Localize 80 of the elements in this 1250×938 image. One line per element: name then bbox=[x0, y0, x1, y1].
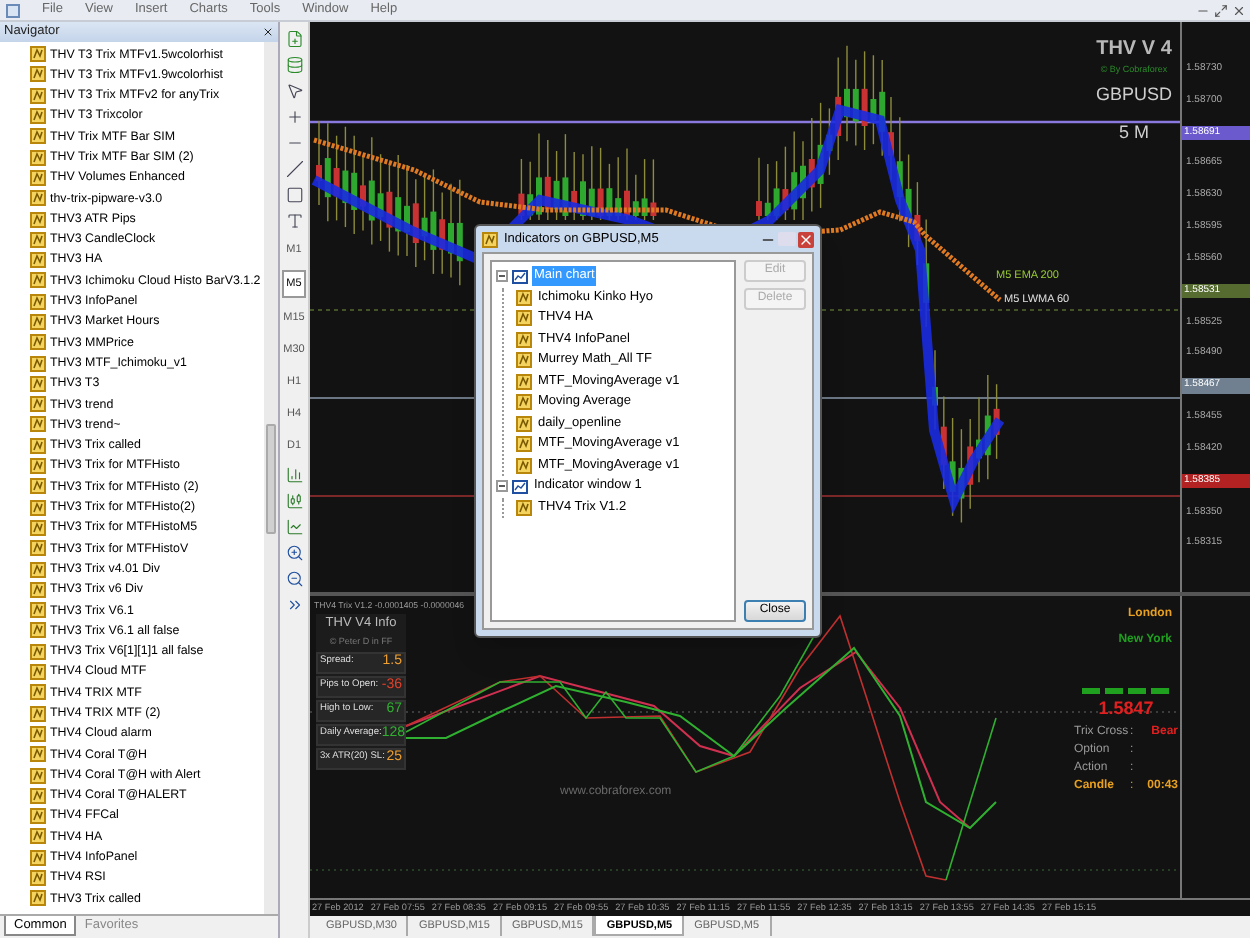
indicator-icon bbox=[30, 581, 46, 598]
overlay-period: 5 M bbox=[1118, 121, 1149, 142]
indicator-icon bbox=[516, 436, 532, 453]
signal-bars-icon bbox=[1082, 688, 1170, 696]
indicator-icon bbox=[30, 87, 46, 104]
chart-window-icon bbox=[512, 269, 528, 284]
indicator-icon bbox=[30, 396, 46, 413]
indicator-icon bbox=[30, 169, 46, 186]
indicator-icon bbox=[30, 684, 46, 701]
indicator-icon bbox=[30, 437, 46, 454]
close-icon[interactable] bbox=[1232, 3, 1246, 17]
crosshair-icon[interactable] bbox=[285, 108, 303, 126]
indicator-icon bbox=[30, 478, 46, 495]
indicator-icon bbox=[516, 352, 532, 369]
indicator-icon bbox=[30, 46, 46, 63]
collapse-icon[interactable] bbox=[496, 270, 508, 283]
indicator-icon bbox=[30, 458, 46, 475]
chart-window-icon bbox=[512, 479, 528, 494]
indicator-icon bbox=[30, 828, 46, 845]
cursor-icon[interactable] bbox=[285, 82, 303, 100]
indicator-icon bbox=[516, 415, 532, 432]
indicator-icon bbox=[30, 870, 46, 887]
overlay-symbol: GBPUSD bbox=[1095, 83, 1172, 104]
price-value: 1.5847 bbox=[1098, 696, 1154, 722]
indicator-icon bbox=[30, 602, 46, 619]
indicator-icon bbox=[30, 190, 46, 207]
indicator-icon bbox=[30, 561, 46, 578]
indicator-icon bbox=[30, 664, 46, 681]
indicator-icon bbox=[30, 108, 46, 125]
indicator-icon bbox=[30, 416, 46, 433]
new-file-icon[interactable] bbox=[285, 30, 303, 48]
indicator-icon bbox=[516, 499, 532, 516]
app-icon bbox=[6, 3, 20, 17]
bar-chart-icon[interactable] bbox=[285, 466, 303, 484]
trendline-icon[interactable] bbox=[285, 160, 303, 178]
database-icon[interactable] bbox=[285, 56, 303, 74]
indicator-icon bbox=[516, 331, 532, 348]
indicator-icon bbox=[30, 128, 46, 145]
scrollbar[interactable] bbox=[264, 42, 278, 914]
indicator-icon bbox=[482, 231, 498, 247]
indicator-icon bbox=[30, 314, 46, 330]
indicator-icon bbox=[30, 540, 46, 557]
indicator-icon bbox=[30, 746, 46, 763]
close-icon[interactable] bbox=[262, 26, 274, 38]
indicator-icon bbox=[516, 394, 532, 411]
indicator-icon bbox=[30, 66, 46, 83]
indicator-icon bbox=[30, 787, 46, 804]
indicator-icon bbox=[30, 211, 46, 228]
indicator-icon bbox=[30, 622, 46, 639]
text-icon[interactable] bbox=[285, 212, 303, 230]
indicator-icon bbox=[516, 310, 532, 327]
indicator-icon bbox=[30, 334, 46, 351]
collapse-icon[interactable] bbox=[496, 480, 508, 493]
line-chart-icon[interactable] bbox=[285, 518, 303, 536]
indicator-icon bbox=[30, 519, 46, 536]
indicator-icon bbox=[30, 293, 46, 310]
indicator-icon bbox=[516, 289, 532, 306]
indicator-icon bbox=[30, 767, 46, 784]
indicator-icon bbox=[516, 373, 532, 390]
indicator-icon bbox=[30, 643, 46, 660]
indicator-icon bbox=[30, 808, 46, 825]
indicator-icon bbox=[30, 890, 46, 907]
indicator-icon bbox=[30, 499, 46, 516]
indicator-icon bbox=[30, 705, 46, 722]
maximize-icon[interactable] bbox=[1214, 3, 1228, 17]
indicator-icon bbox=[30, 231, 46, 248]
zoom-out-icon[interactable] bbox=[285, 570, 303, 588]
candlestick-icon[interactable] bbox=[285, 492, 303, 510]
indicator-icon bbox=[30, 252, 46, 269]
indicator-icon bbox=[30, 355, 46, 372]
scroll-icon[interactable] bbox=[285, 596, 303, 614]
indicator-icon bbox=[516, 457, 532, 474]
indicator-icon bbox=[30, 725, 46, 742]
zoom-in-icon[interactable] bbox=[285, 544, 303, 562]
indicator-icon bbox=[30, 849, 46, 866]
rectangle-icon[interactable] bbox=[285, 186, 303, 204]
indicator-icon bbox=[30, 375, 46, 392]
indicator-icon bbox=[30, 149, 46, 166]
indicator-icon bbox=[30, 272, 46, 289]
overlay-title: THV V 4 bbox=[1096, 36, 1172, 64]
